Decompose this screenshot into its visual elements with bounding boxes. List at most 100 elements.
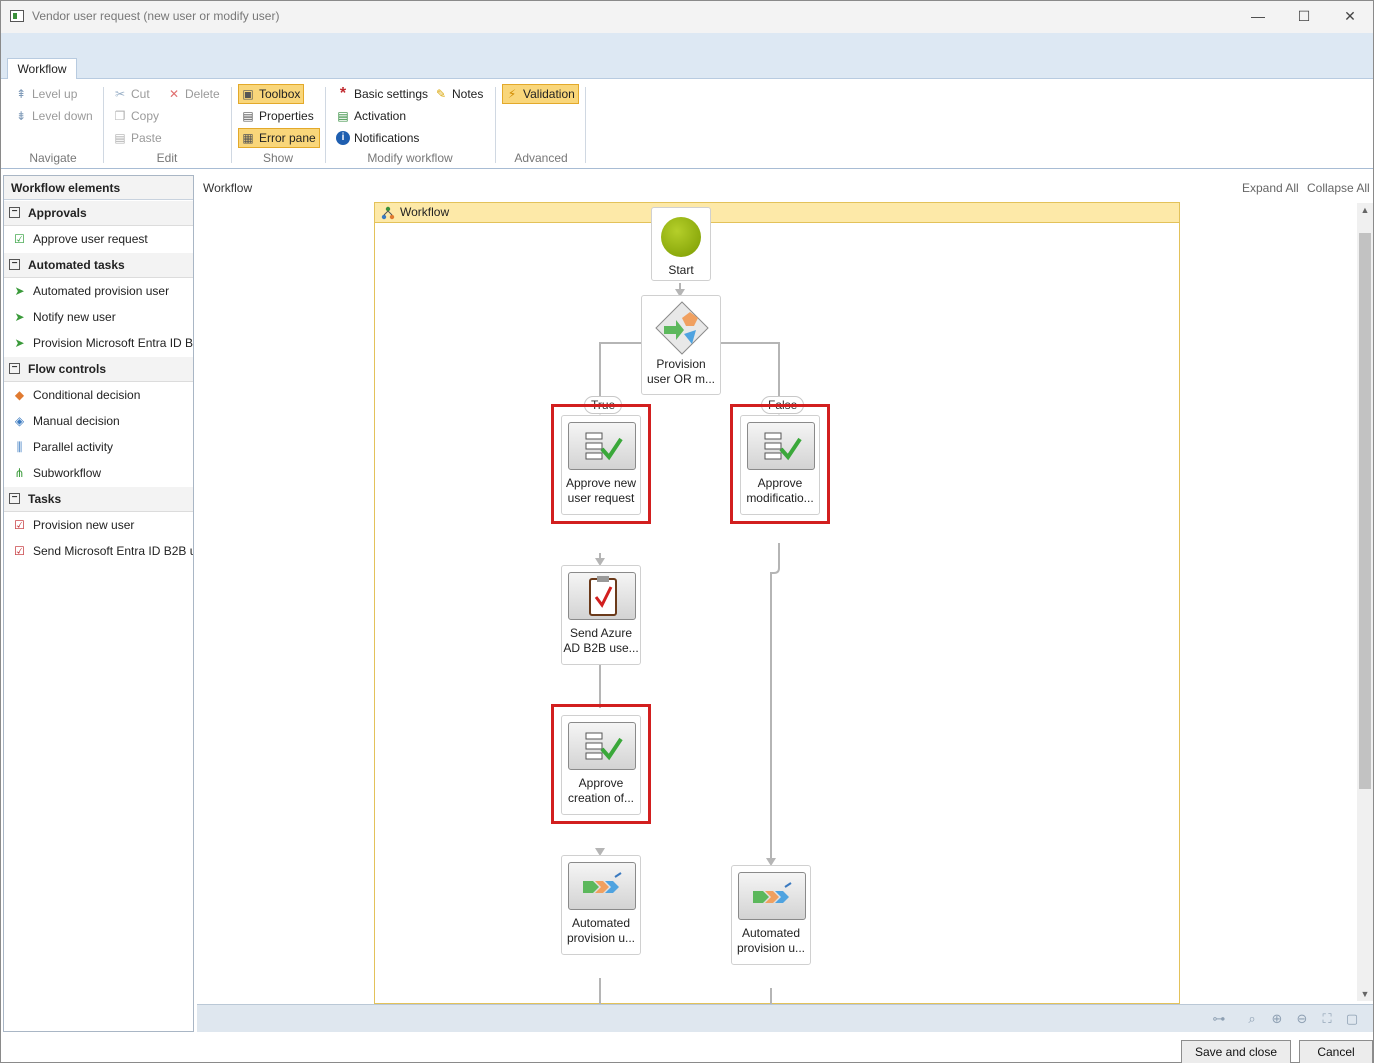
copy-icon: ❐ [114,109,126,123]
send-azure-b2b-node[interactable]: Send Azure AD B2B use... [561,565,641,665]
properties-button[interactable]: ▤ Properties [238,106,318,126]
automated-provision-node-right[interactable]: Automated provision u... [731,865,811,965]
subworkflow-icon: ⋔ [14,466,25,480]
maximize-button[interactable]: ☐ [1290,5,1318,27]
ribbon: ⇞ Level up ⇟ Level down Navigate ✂ Cut ✕ Del… [1,79,1373,169]
app-window: Vendor user request (new user or modify … [0,0,1374,1063]
modify-workflow-group: * Basic settings ✎ Notes ▤ Activation i Noti… [329,83,491,167]
task-icon: ☑ [14,518,25,532]
cancel-button[interactable]: Cancel [1299,1040,1373,1063]
cut-button[interactable]: ✂ Cut [110,84,154,104]
paste-button[interactable]: ▤ Paste [110,128,166,148]
window-title: Vendor user request (new user or modify … [32,9,280,23]
save-and-close-button[interactable]: Save and close [1181,1040,1291,1063]
ribbon-separator [495,87,496,163]
app-icon [10,10,24,22]
actual-size-icon[interactable]: ▢ [1343,1010,1361,1028]
element-send-entra-b2b-user[interactable]: ☑ Send Microsoft Entra ID B2B user [4,538,193,564]
notes-button[interactable]: ✎ Notes [431,84,487,104]
element-automated-provision-user[interactable]: ➤ Automated provision user [4,278,193,304]
layout-icon[interactable]: ⊶ [1210,1010,1228,1028]
minimize-button[interactable]: — [1244,5,1272,27]
validation-button[interactable]: ⚡ Validation [502,84,579,104]
conditional-decision-icon: ◆ [14,388,25,402]
element-approve-user-request[interactable]: ☑ Approve user request [4,226,193,252]
manual-decision-icon: ◈ [14,414,25,428]
level-down-icon: ⇟ [15,109,27,123]
start-icon [661,217,701,257]
copy-button[interactable]: ❐ Copy [110,106,163,126]
scroll-down-icon[interactable]: ▼ [1357,987,1373,1001]
asterisk-icon: * [339,85,347,102]
automated-task-icon: ➤ [14,310,25,324]
element-conditional-decision[interactable]: ◆ Conditional decision [4,382,193,408]
scroll-up-icon[interactable]: ▲ [1357,203,1373,217]
activation-icon: ▤ [337,109,349,123]
conditional-decision-icon [655,301,709,355]
level-down-button[interactable]: ⇟ Level down [11,106,97,126]
scroll-thumb[interactable] [1359,233,1371,789]
ribbon-separator [325,87,326,163]
collapse-icon[interactable]: − [9,363,20,374]
start-node[interactable]: Start [651,207,711,281]
element-notify-new-user[interactable]: ➤ Notify new user [4,304,193,330]
element-subworkflow[interactable]: ⋔ Subworkflow [4,460,193,486]
element-parallel-activity[interactable]: ⫼ Parallel activity [4,434,193,460]
workflow-container: Workflow Start Provision user OR m... Tr… [374,202,1180,1005]
advanced-group-title: Advanced [514,151,568,165]
title-bar: Vendor user request (new user or modify … [1,1,1373,33]
edit-group-title: Edit [156,151,178,165]
level-up-icon: ⇞ [15,87,27,101]
group-automated-tasks[interactable]: − Automated tasks [4,252,193,278]
automated-task-icon [568,862,636,910]
basic-settings-button[interactable]: * Basic settings [333,84,432,104]
properties-icon: ▤ [242,109,254,123]
approval-icon [568,722,636,770]
delete-button[interactable]: ✕ Delete [164,84,224,104]
info-icon: i [336,131,350,145]
automated-provision-node-left[interactable]: Automated provision u... [561,855,641,955]
group-flow-controls[interactable]: − Flow controls [4,356,193,382]
workflow-canvas: Workflow Expand All Collapse All ▲ ▼ Wor… [197,175,1373,1005]
group-tasks[interactable]: − Tasks [4,486,193,512]
ribbon-tab-row: Workflow [1,55,1373,80]
vertical-scrollbar[interactable]: ▲ ▼ [1357,203,1373,1001]
zoom-in-icon[interactable]: ⊕ [1268,1010,1286,1028]
collapse-icon[interactable]: − [9,493,20,504]
toolbox-icon: ▣ [242,87,254,101]
element-provision-entra-b2b[interactable]: ➤ Provision Microsoft Entra ID B2B user [4,330,193,356]
workflow-elements-pane: Workflow elements − Approvals ☑ Approve … [3,175,194,1032]
collapse-icon[interactable]: − [9,259,20,270]
ribbon-separator [585,87,586,163]
breadcrumb: Workflow [203,181,253,195]
fit-to-window-icon[interactable]: ⛶ [1318,1010,1336,1028]
advanced-group: ⚡ Validation Advanced [499,83,583,167]
collapse-icon[interactable]: − [9,207,20,218]
collapse-all-link[interactable]: Collapse All [1307,181,1370,195]
level-up-button[interactable]: ⇞ Level up [11,84,81,104]
element-manual-decision[interactable]: ◈ Manual decision [4,408,193,434]
scissors-icon: ✂ [114,87,126,101]
approve-creation-node[interactable]: Approve creation of... [561,715,641,815]
approve-modification-node[interactable]: Approve modificatio... [740,415,820,515]
decision-node[interactable]: Provision user OR m... [641,295,721,395]
zoom-reset-icon[interactable]: ⌕ [1243,1010,1261,1028]
group-approvals[interactable]: − Approvals [4,200,193,226]
paste-icon: ▤ [114,131,126,145]
lightning-icon: ⚡ [507,87,517,101]
delete-icon: ✕ [168,87,180,101]
toolbox-button[interactable]: ▣ Toolbox [238,84,305,104]
expand-all-link[interactable]: Expand All [1242,181,1299,195]
tab-workflow[interactable]: Workflow [7,58,77,80]
ribbon-separator [231,87,232,163]
activation-button[interactable]: ▤ Activation [333,106,410,126]
error-pane-button[interactable]: ▦ Error pane [238,128,320,148]
notifications-button[interactable]: i Notifications [333,128,423,148]
element-provision-new-user[interactable]: ☑ Provision new user [4,512,193,538]
approval-icon: ☑ [14,232,25,246]
close-button[interactable]: ✕ [1336,5,1364,27]
automated-task-icon: ➤ [14,284,25,298]
zoom-out-icon[interactable]: ⊖ [1293,1010,1311,1028]
approve-new-user-node[interactable]: Approve new user request [561,415,641,515]
edit-group: ✂ Cut ✕ Delete ❐ Copy ▤ Paste Edit [107,83,227,167]
